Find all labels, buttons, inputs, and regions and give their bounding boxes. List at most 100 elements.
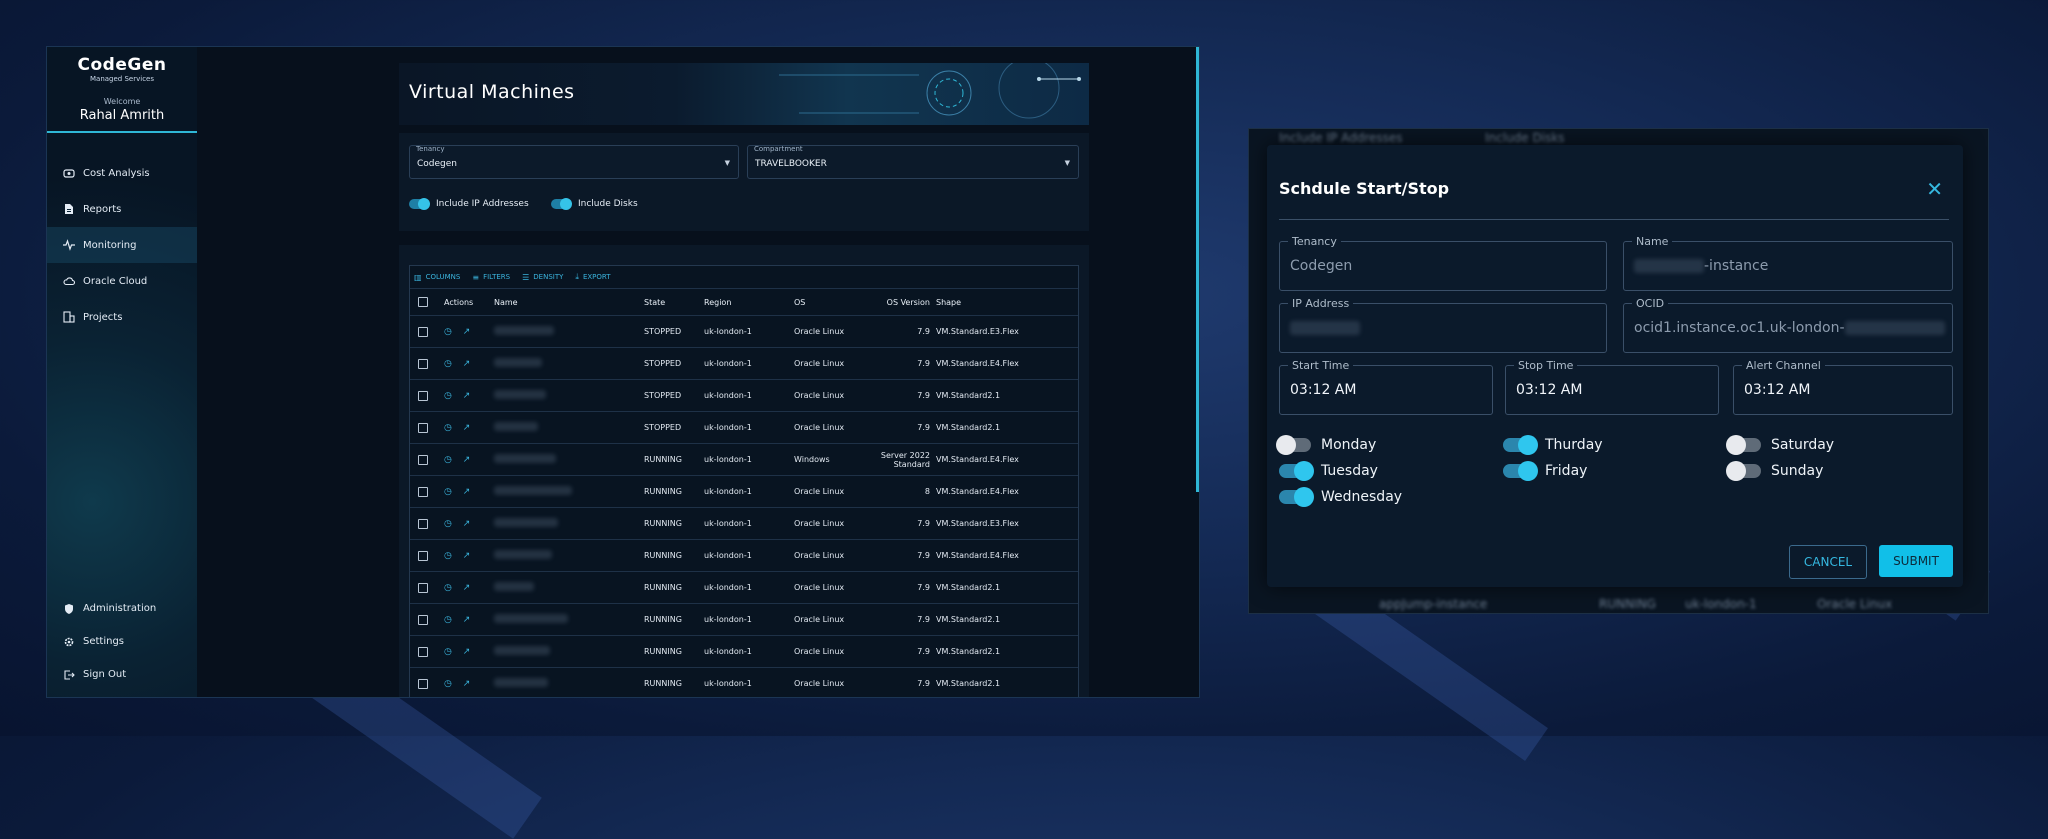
column-header-shape[interactable]: Shape — [936, 298, 1078, 307]
toggle-switch[interactable] — [1503, 461, 1538, 481]
table-row[interactable]: ◷ ↗ RUNNING uk-london-1 Oracle Linux 7.9 VM.S… — [410, 603, 1078, 635]
sidebar-item-administration[interactable]: Administration — [47, 592, 197, 625]
table-row[interactable]: ◷ ↗ RUNNING uk-london-1 Oracle Linux 7.9 VM.S… — [410, 667, 1078, 697]
column-header-os[interactable]: OS — [794, 298, 864, 307]
schedule-clock-icon[interactable]: ◷ — [444, 583, 456, 593]
start-time-field[interactable]: Start Time 03:12 AM — [1279, 359, 1493, 415]
day-toggle-wednesday[interactable]: Wednesday — [1279, 487, 1402, 507]
select-all-checkbox[interactable] — [418, 297, 428, 307]
cancel-button[interactable]: CANCEL — [1789, 545, 1867, 579]
open-link-icon[interactable]: ↗ — [463, 391, 475, 401]
table-row[interactable]: ◷ ↗ STOPPED uk-london-1 Oracle Linux 7.9 VM.S… — [410, 315, 1078, 347]
toggle-switch[interactable] — [1726, 461, 1761, 481]
schedule-clock-icon[interactable]: ◷ — [444, 519, 456, 529]
row-checkbox[interactable] — [418, 454, 428, 465]
table-row[interactable]: ◷ ↗ RUNNING uk-london-1 Oracle Linux 7.9 VM.S… — [410, 635, 1078, 667]
scrollbar[interactable] — [1196, 47, 1199, 492]
tenancy-select[interactable]: Tenancy Codegen ▼ — [409, 145, 739, 179]
compartment-select[interactable]: Compartment TRAVELBOOKER ▼ — [747, 145, 1079, 179]
row-checkbox[interactable] — [418, 614, 428, 625]
alert-channel-field[interactable]: Alert Channel 03:12 AM — [1733, 359, 1953, 415]
day-toggle-sunday[interactable]: Sunday — [1726, 461, 1823, 481]
row-actions: ◷ ↗ — [444, 455, 494, 465]
ip-address-field[interactable]: IP Address — [1279, 297, 1607, 353]
schedule-clock-icon[interactable]: ◷ — [444, 327, 456, 337]
submit-button[interactable]: SUBMIT — [1879, 545, 1953, 577]
row-checkbox[interactable] — [418, 358, 428, 369]
table-row[interactable]: ◷ ↗ RUNNING uk-london-1 Oracle Linux 8 VM.Sta… — [410, 475, 1078, 507]
table-row[interactable]: ◷ ↗ STOPPED uk-london-1 Oracle Linux 7.9 VM.S… — [410, 411, 1078, 443]
column-header-os-version[interactable]: OS Version — [864, 298, 936, 307]
columns-button[interactable]: ▥ COLUMNS — [414, 273, 460, 282]
schedule-clock-icon[interactable]: ◷ — [444, 647, 456, 657]
day-toggle-friday[interactable]: Friday — [1503, 461, 1587, 481]
open-link-icon[interactable]: ↗ — [463, 551, 475, 561]
row-checkbox[interactable] — [418, 486, 428, 497]
column-header-region[interactable]: Region — [704, 298, 794, 307]
sidebar-item-oracle-cloud[interactable]: Oracle Cloud — [47, 263, 197, 299]
table-row[interactable]: ◷ ↗ STOPPED uk-london-1 Oracle Linux 7.9 VM.S… — [410, 347, 1078, 379]
open-link-icon[interactable]: ↗ — [463, 327, 475, 337]
open-link-icon[interactable]: ↗ — [463, 487, 475, 497]
include-ip-toggle[interactable]: Include IP Addresses — [409, 198, 529, 210]
row-checkbox[interactable] — [418, 422, 428, 433]
schedule-clock-icon[interactable]: ◷ — [444, 391, 456, 401]
schedule-clock-icon[interactable]: ◷ — [444, 679, 456, 689]
schedule-clock-icon[interactable]: ◷ — [444, 551, 456, 561]
day-toggle-monday[interactable]: Monday — [1276, 435, 1376, 455]
column-header-name[interactable]: Name — [494, 298, 644, 307]
toggle-switch[interactable] — [1503, 435, 1538, 455]
schedule-clock-icon[interactable]: ◷ — [444, 615, 456, 625]
row-checkbox[interactable] — [418, 678, 428, 689]
table-row[interactable]: ◷ ↗ RUNNING uk-london-1 Oracle Linux 7.9 VM.S… — [410, 539, 1078, 571]
open-link-icon[interactable]: ↗ — [463, 455, 475, 465]
density-button[interactable]: ☰ DENSITY — [522, 273, 563, 282]
open-link-icon[interactable]: ↗ — [463, 519, 475, 529]
schedule-clock-icon[interactable]: ◷ — [444, 423, 456, 433]
sidebar-item-settings[interactable]: Settings — [47, 625, 197, 658]
close-icon[interactable]: ✕ — [1926, 177, 1943, 201]
filters-button[interactable]: ≡ FILTERS — [472, 273, 510, 282]
sidebar-item-cost-analysis[interactable]: Cost Analysis — [47, 155, 197, 191]
toggle-switch[interactable] — [1279, 487, 1314, 507]
row-checkbox[interactable] — [418, 582, 428, 593]
toggle-switch[interactable] — [1726, 435, 1761, 455]
row-checkbox[interactable] — [418, 390, 428, 401]
row-checkbox[interactable] — [418, 646, 428, 657]
sidebar-item-sign-out[interactable]: Sign Out — [47, 658, 197, 691]
table-row[interactable]: ◷ ↗ STOPPED uk-london-1 Oracle Linux 7.9 VM.S… — [410, 379, 1078, 411]
export-button[interactable]: ⤓ EXPORT — [575, 272, 610, 282]
column-header-actions[interactable]: Actions — [444, 298, 494, 307]
open-link-icon[interactable]: ↗ — [463, 423, 475, 433]
sidebar-item-reports[interactable]: Reports — [47, 191, 197, 227]
ocid-field[interactable]: OCID ocid1.instance.oc1.uk-london- — [1623, 297, 1953, 353]
toggle-switch[interactable] — [409, 198, 430, 210]
toggle-switch[interactable] — [1279, 461, 1314, 481]
row-checkbox[interactable] — [418, 550, 428, 561]
toggle-switch[interactable] — [551, 198, 572, 210]
name-field[interactable]: Name -instance — [1623, 235, 1953, 291]
open-link-icon[interactable]: ↗ — [463, 583, 475, 593]
stop-time-field[interactable]: Stop Time 03:12 AM — [1505, 359, 1719, 415]
day-toggle-thurday[interactable]: Thurday — [1503, 435, 1603, 455]
schedule-clock-icon[interactable]: ◷ — [444, 487, 456, 497]
sidebar-item-monitoring[interactable]: Monitoring — [47, 227, 197, 263]
row-checkbox[interactable] — [418, 518, 428, 529]
tenancy-field[interactable]: Tenancy Codegen — [1279, 235, 1607, 291]
table-row[interactable]: ◷ ↗ RUNNING uk-london-1 Windows Server 2022 … — [410, 443, 1078, 475]
open-link-icon[interactable]: ↗ — [463, 679, 475, 689]
schedule-clock-icon[interactable]: ◷ — [444, 359, 456, 369]
schedule-clock-icon[interactable]: ◷ — [444, 455, 456, 465]
column-header-state[interactable]: State — [644, 298, 704, 307]
day-toggle-saturday[interactable]: Saturday — [1726, 435, 1834, 455]
table-row[interactable]: ◷ ↗ RUNNING uk-london-1 Oracle Linux 7.9 VM.S… — [410, 571, 1078, 603]
row-checkbox[interactable] — [418, 326, 428, 337]
open-link-icon[interactable]: ↗ — [463, 647, 475, 657]
toggle-switch[interactable] — [1276, 435, 1311, 455]
sidebar-item-projects[interactable]: Projects — [47, 299, 197, 335]
open-link-icon[interactable]: ↗ — [463, 615, 475, 625]
day-toggle-tuesday[interactable]: Tuesday — [1279, 461, 1378, 481]
table-row[interactable]: ◷ ↗ RUNNING uk-london-1 Oracle Linux 7.9 VM.S… — [410, 507, 1078, 539]
open-link-icon[interactable]: ↗ — [463, 359, 475, 369]
include-disks-toggle[interactable]: Include Disks — [551, 198, 638, 210]
